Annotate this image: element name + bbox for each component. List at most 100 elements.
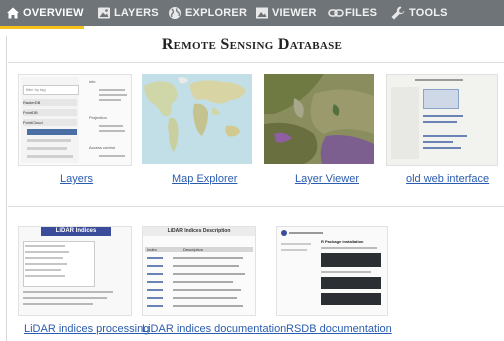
lidar-docs-row (147, 273, 163, 275)
nav-explorer-label: EXPLORER (185, 7, 248, 19)
lidar-processing-title: LiDAR Indices (41, 227, 111, 236)
nav-overview[interactable]: OVERVIEW (6, 0, 84, 26)
rsdb-documentation-thumbnail: R Package installation (276, 226, 388, 316)
lidar-docs-row (173, 289, 241, 291)
nav-layers[interactable]: LAYERS (97, 0, 159, 26)
nav-explorer[interactable]: EXPLORER (168, 0, 247, 26)
old-ui-link-line (423, 115, 463, 117)
old-ui-link-line (423, 141, 453, 143)
lidar-docs-row (147, 289, 163, 291)
left-border (6, 36, 7, 341)
layers-detail-label: Projection (89, 115, 107, 120)
lidar-processing-line (25, 257, 63, 259)
title-divider (8, 62, 504, 63)
home-icon (6, 6, 20, 20)
card-rsdb-documentation[interactable]: R Package installation RSDB documentatio… (276, 226, 392, 338)
world-map-image (142, 74, 252, 164)
lidar-docs-col1: Index (147, 247, 157, 252)
image-icon (97, 6, 111, 20)
map-explorer-thumbnail (142, 74, 252, 164)
nav-tools[interactable]: TOOLS (390, 0, 448, 26)
layers-detail-line (99, 94, 127, 96)
card-map-explorer-label[interactable]: Map Explorer (172, 173, 237, 185)
layers-row: RasterDB (23, 99, 77, 106)
card-layer-viewer[interactable]: Layer Viewer (264, 74, 378, 190)
layers-selected-row (27, 129, 77, 135)
rsdb-docs-header-line (289, 232, 323, 234)
card-lidar-documentation[interactable]: LiDAR Indices Description Index Descript… (142, 226, 286, 338)
lidar-documentation-thumbnail: LiDAR Indices Description Index Descript… (142, 226, 256, 316)
card-old-web-interface-label[interactable]: old web interface (406, 173, 489, 185)
old-ui-link-line (423, 147, 461, 149)
nav-files[interactable]: FILES (328, 0, 377, 26)
old-ui-panel (423, 89, 459, 109)
rsdb-docs-sidebar-line (281, 249, 307, 251)
layers-detail-line (99, 155, 125, 157)
layers-detail-label: info (89, 79, 96, 84)
layers-list-line (27, 139, 71, 142)
card-layers-label[interactable]: Layers (60, 173, 93, 185)
card-lidar-processing-label[interactable]: LiDAR indices processing (24, 323, 149, 335)
lidar-docs-row (147, 257, 163, 259)
rsdb-docs-line (321, 271, 371, 273)
rsdb-docs-sidebar-line (281, 243, 311, 245)
lidar-docs-row (173, 281, 233, 283)
layers-detail-line (99, 89, 125, 91)
lidar-processing-line (25, 275, 65, 277)
layers-detail-label: Access control (89, 145, 116, 150)
layers-sidebar: filter by tag RasterDB PointDB PointClou… (21, 77, 79, 163)
nav-layers-label: LAYERS (114, 7, 159, 19)
nav-files-label: FILES (345, 7, 378, 19)
card-lidar-processing[interactable]: LiDAR Indices LiDAR indices processing (18, 226, 149, 338)
page-title: Remote Sensing Database (161, 36, 343, 53)
layers-detail-line (99, 99, 121, 101)
lidar-processing-thumbnail: LiDAR Indices (18, 226, 132, 316)
lidar-processing-line (23, 303, 93, 305)
rsdb-docs-code-block (321, 277, 381, 289)
rsdb-docs-heading: R Package installation (321, 239, 364, 244)
globe-icon (168, 6, 182, 20)
old-ui-link-line (423, 135, 467, 137)
rsdb-docs-line (321, 247, 377, 249)
nav-overview-label: OVERVIEW (23, 7, 84, 19)
layers-search-input: filter by tag (23, 85, 79, 95)
nav-viewer-label: VIEWER (272, 7, 317, 19)
picture-icon (255, 6, 269, 20)
layers-detail-line (99, 130, 125, 132)
layers-list-line (27, 155, 73, 158)
active-tab-indicator (0, 26, 84, 29)
lidar-processing-line (25, 251, 69, 253)
card-rsdb-documentation-label[interactable]: RSDB documentation (286, 323, 392, 335)
top-nav: OVERVIEW LAYERS EXPLORER VIEWER FILES TO… (0, 0, 504, 26)
nav-viewer[interactable]: VIEWER (255, 0, 317, 26)
lidar-processing-line (25, 263, 67, 265)
old-web-interface-thumbnail (386, 74, 498, 166)
card-lidar-documentation-label[interactable]: LiDAR indices documentation (142, 323, 286, 335)
lidar-processing-line (23, 291, 113, 293)
card-old-web-interface[interactable]: old web interface (386, 74, 500, 190)
lidar-docs-row (173, 265, 239, 267)
layers-thumbnail: filter by tag RasterDB PointDB PointClou… (18, 74, 132, 166)
lidar-docs-row (147, 281, 163, 283)
aerial-image (264, 74, 374, 164)
layers-row: PointDB (23, 109, 77, 116)
card-layer-viewer-label[interactable]: Layer Viewer (295, 173, 359, 185)
wrench-icon (390, 5, 406, 21)
lidar-docs-row (173, 273, 245, 275)
layers-row: PointCloud (23, 119, 77, 126)
old-ui-title-line (415, 79, 463, 81)
lidar-processing-line (23, 297, 107, 299)
link-icon (328, 6, 344, 20)
lidar-processing-line (25, 269, 61, 271)
lidar-docs-row (147, 305, 163, 307)
card-layers[interactable]: filter by tag RasterDB PointDB PointClou… (18, 74, 132, 190)
rsdb-docs-logo (281, 230, 287, 236)
card-map-explorer[interactable]: Map Explorer (142, 74, 256, 190)
lidar-docs-row (147, 297, 163, 299)
rsdb-docs-code-block (321, 253, 381, 267)
lidar-docs-row (173, 297, 237, 299)
row-divider (8, 206, 504, 207)
old-ui-sidebar (391, 87, 419, 159)
lidar-docs-col2: Description (183, 247, 204, 252)
layers-detail-line (99, 125, 123, 127)
